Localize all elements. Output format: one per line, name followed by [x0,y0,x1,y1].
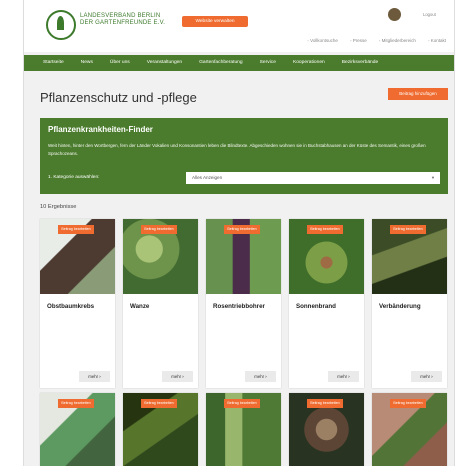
brand-name[interactable]: LANDESVERBAND BERLIN DER GARTENFREUNDE E… [80,13,165,27]
selected-category: Alles Anzeigen [192,175,223,180]
club-logo-icon[interactable] [46,10,76,40]
brand-line-1: LANDESVERBAND BERLIN [80,13,161,19]
nav-events[interactable]: Veranstaltungen [147,55,182,71]
result-card-bottom-1[interactable]: Beitrag bearbeiten [40,393,115,466]
nav-garden-advice[interactable]: Gartenfachberatung [199,55,243,71]
more-button[interactable]: mehr [328,371,359,382]
result-card-bottom-5[interactable]: Beitrag bearbeiten [372,393,447,466]
card-title: Rosentriebbohrer [213,303,265,310]
page-title: Pflanzenschutz und -pflege [40,90,197,105]
edit-post-button[interactable]: Beitrag bearbeiten [141,399,177,408]
main-navigation: Startseite News Über uns Veranstaltungen… [24,55,454,71]
nav-service[interactable]: Service [260,55,276,71]
edit-post-button[interactable]: Beitrag bearbeiten [390,225,426,234]
edit-post-button[interactable]: Beitrag bearbeiten [58,225,94,234]
edit-post-button[interactable]: Beitrag bearbeiten [307,399,343,408]
card-title: Obstbaumkrebs [47,303,95,310]
brand-line-2: DER GARTENFREUNDE E.V. [80,20,166,26]
nav-news[interactable]: News [81,55,93,71]
more-button[interactable]: mehr [411,371,442,382]
disease-finder-panel: Pflanzenkrankheiten-Finder Weit hinten, … [40,118,448,194]
more-button[interactable]: mehr [79,371,110,382]
nav-district-associations[interactable]: Bezirksverbände [342,55,378,71]
result-card-rosentriebbohrer[interactable]: Beitrag bearbeiten Rosentriebbohrer mehr [206,219,281,388]
more-button[interactable]: mehr [162,371,193,382]
results-count: 10 Ergebnisse [40,204,77,210]
finder-description: Weit hinten, hinter den Wortbergen, fern… [48,143,426,156]
contact-link[interactable]: Kontakt [428,38,446,43]
card-title: Sonnenbrand [296,303,336,310]
edit-post-button[interactable]: Beitrag bearbeiten [58,399,94,408]
edit-post-button[interactable]: Beitrag bearbeiten [390,399,426,408]
members-link[interactable]: Mitgliederbereich [379,38,416,43]
finder-title: Pflanzenkrankheiten-Finder [48,125,153,134]
edit-post-button[interactable]: Beitrag bearbeiten [224,225,260,234]
more-button[interactable]: mehr [245,371,276,382]
result-card-bottom-4[interactable]: Beitrag bearbeiten [289,393,364,466]
utility-links: Vollkontsuche Presse Mitgliederbereich K… [307,38,446,43]
search-link[interactable]: Vollkontsuche [307,38,338,43]
result-card-verbaenderung[interactable]: Beitrag bearbeiten Verbänderung mehr [372,219,447,388]
nav-cooperations[interactable]: Kooperationen [293,55,325,71]
card-title: Verbänderung [379,303,421,310]
card-title: Wanze [130,303,150,310]
nav-start[interactable]: Startseite [43,55,64,71]
result-card-bottom-2[interactable]: Beitrag bearbeiten [123,393,198,466]
edit-post-button[interactable]: Beitrag bearbeiten [141,225,177,234]
press-link[interactable]: Presse [350,38,367,43]
user-avatar[interactable] [388,8,401,21]
result-card-bottom-3[interactable]: Beitrag bearbeiten [206,393,281,466]
manage-website-button[interactable]: Website verwalten [182,16,248,27]
result-card-obstbaumkrebs[interactable]: Beitrag bearbeiten Obstbaumkrebs mehr [40,219,115,388]
logout-link[interactable]: Logout [423,12,436,17]
edit-post-button[interactable]: Beitrag bearbeiten [307,225,343,234]
category-label: 1. Kategorie auswählen: [48,175,100,180]
add-post-button[interactable]: Beitrag hinzufügen [388,88,448,100]
edit-post-button[interactable]: Beitrag bearbeiten [224,399,260,408]
result-card-sonnenbrand[interactable]: Beitrag bearbeiten Sonnenbrand mehr [289,219,364,388]
browser-page: LANDESVERBAND BERLIN DER GARTENFREUNDE E… [24,0,454,466]
nav-about[interactable]: Über uns [110,55,130,71]
chevron-down-icon: ▼ [431,175,435,180]
result-card-wanze[interactable]: Beitrag bearbeiten Wanze mehr [123,219,198,388]
site-header: LANDESVERBAND BERLIN DER GARTENFREUNDE E… [24,0,454,52]
category-select[interactable]: Alles Anzeigen ▼ [186,172,440,184]
